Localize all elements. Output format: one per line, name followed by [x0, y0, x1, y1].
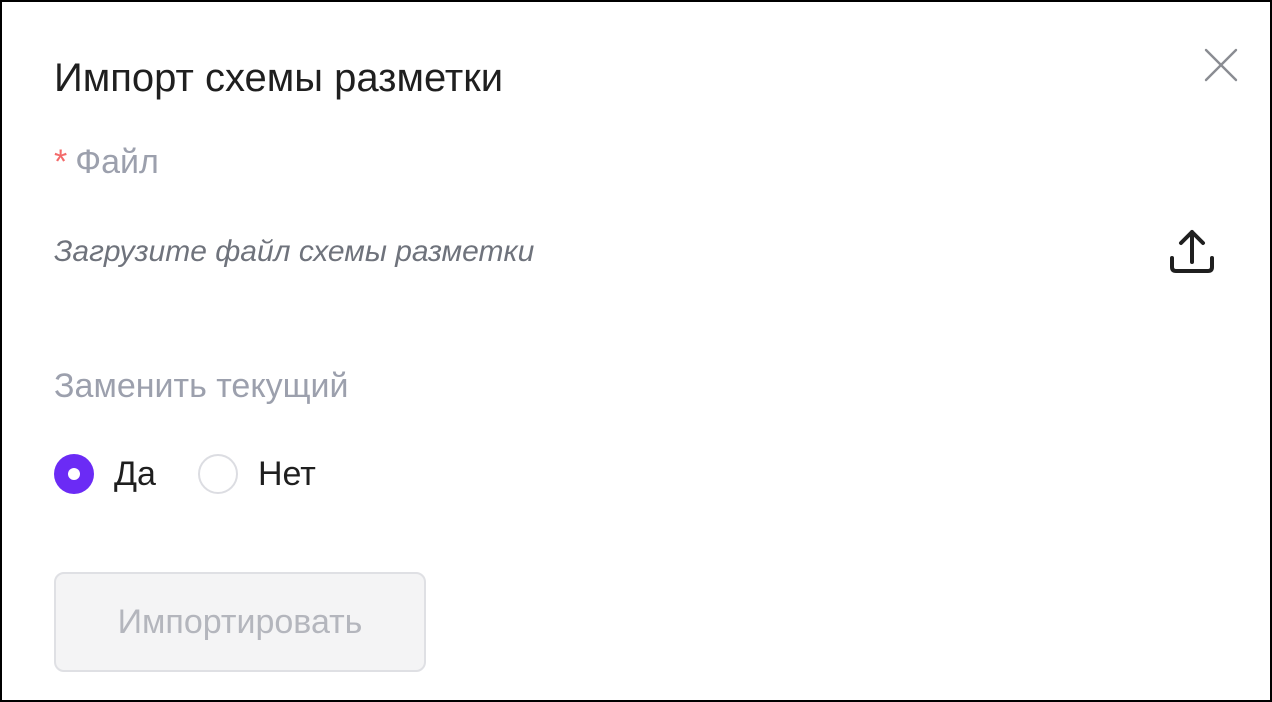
- close-button[interactable]: [1202, 46, 1240, 84]
- file-upload-placeholder[interactable]: Загрузите файл схемы разметки: [54, 232, 534, 272]
- file-label-text: Файл: [75, 143, 159, 181]
- replace-current-radio-group: Да Нет: [54, 452, 316, 496]
- import-button[interactable]: Импортировать: [54, 572, 426, 672]
- replace-current-label: Заменить текущий: [54, 367, 349, 405]
- radio-no-label: Нет: [257, 455, 316, 493]
- close-icon: [1204, 48, 1238, 82]
- radio-option-yes[interactable]: Да: [54, 452, 156, 496]
- upload-button[interactable]: [1164, 224, 1220, 280]
- radio-yes-checked[interactable]: [54, 454, 94, 494]
- radio-yes-label: Да: [114, 455, 156, 493]
- required-mark: *: [54, 143, 68, 181]
- file-field-label: * Файл: [54, 140, 159, 184]
- dialog-title: Импорт схемы разметки: [54, 56, 504, 100]
- radio-option-no[interactable]: Нет: [197, 452, 316, 496]
- upload-icon: [1170, 230, 1214, 273]
- radio-no-unchecked[interactable]: [197, 454, 238, 494]
- import-markup-schema-dialog: Импорт схемы разметки * Файл Загрузите фа…: [0, 0, 1272, 702]
